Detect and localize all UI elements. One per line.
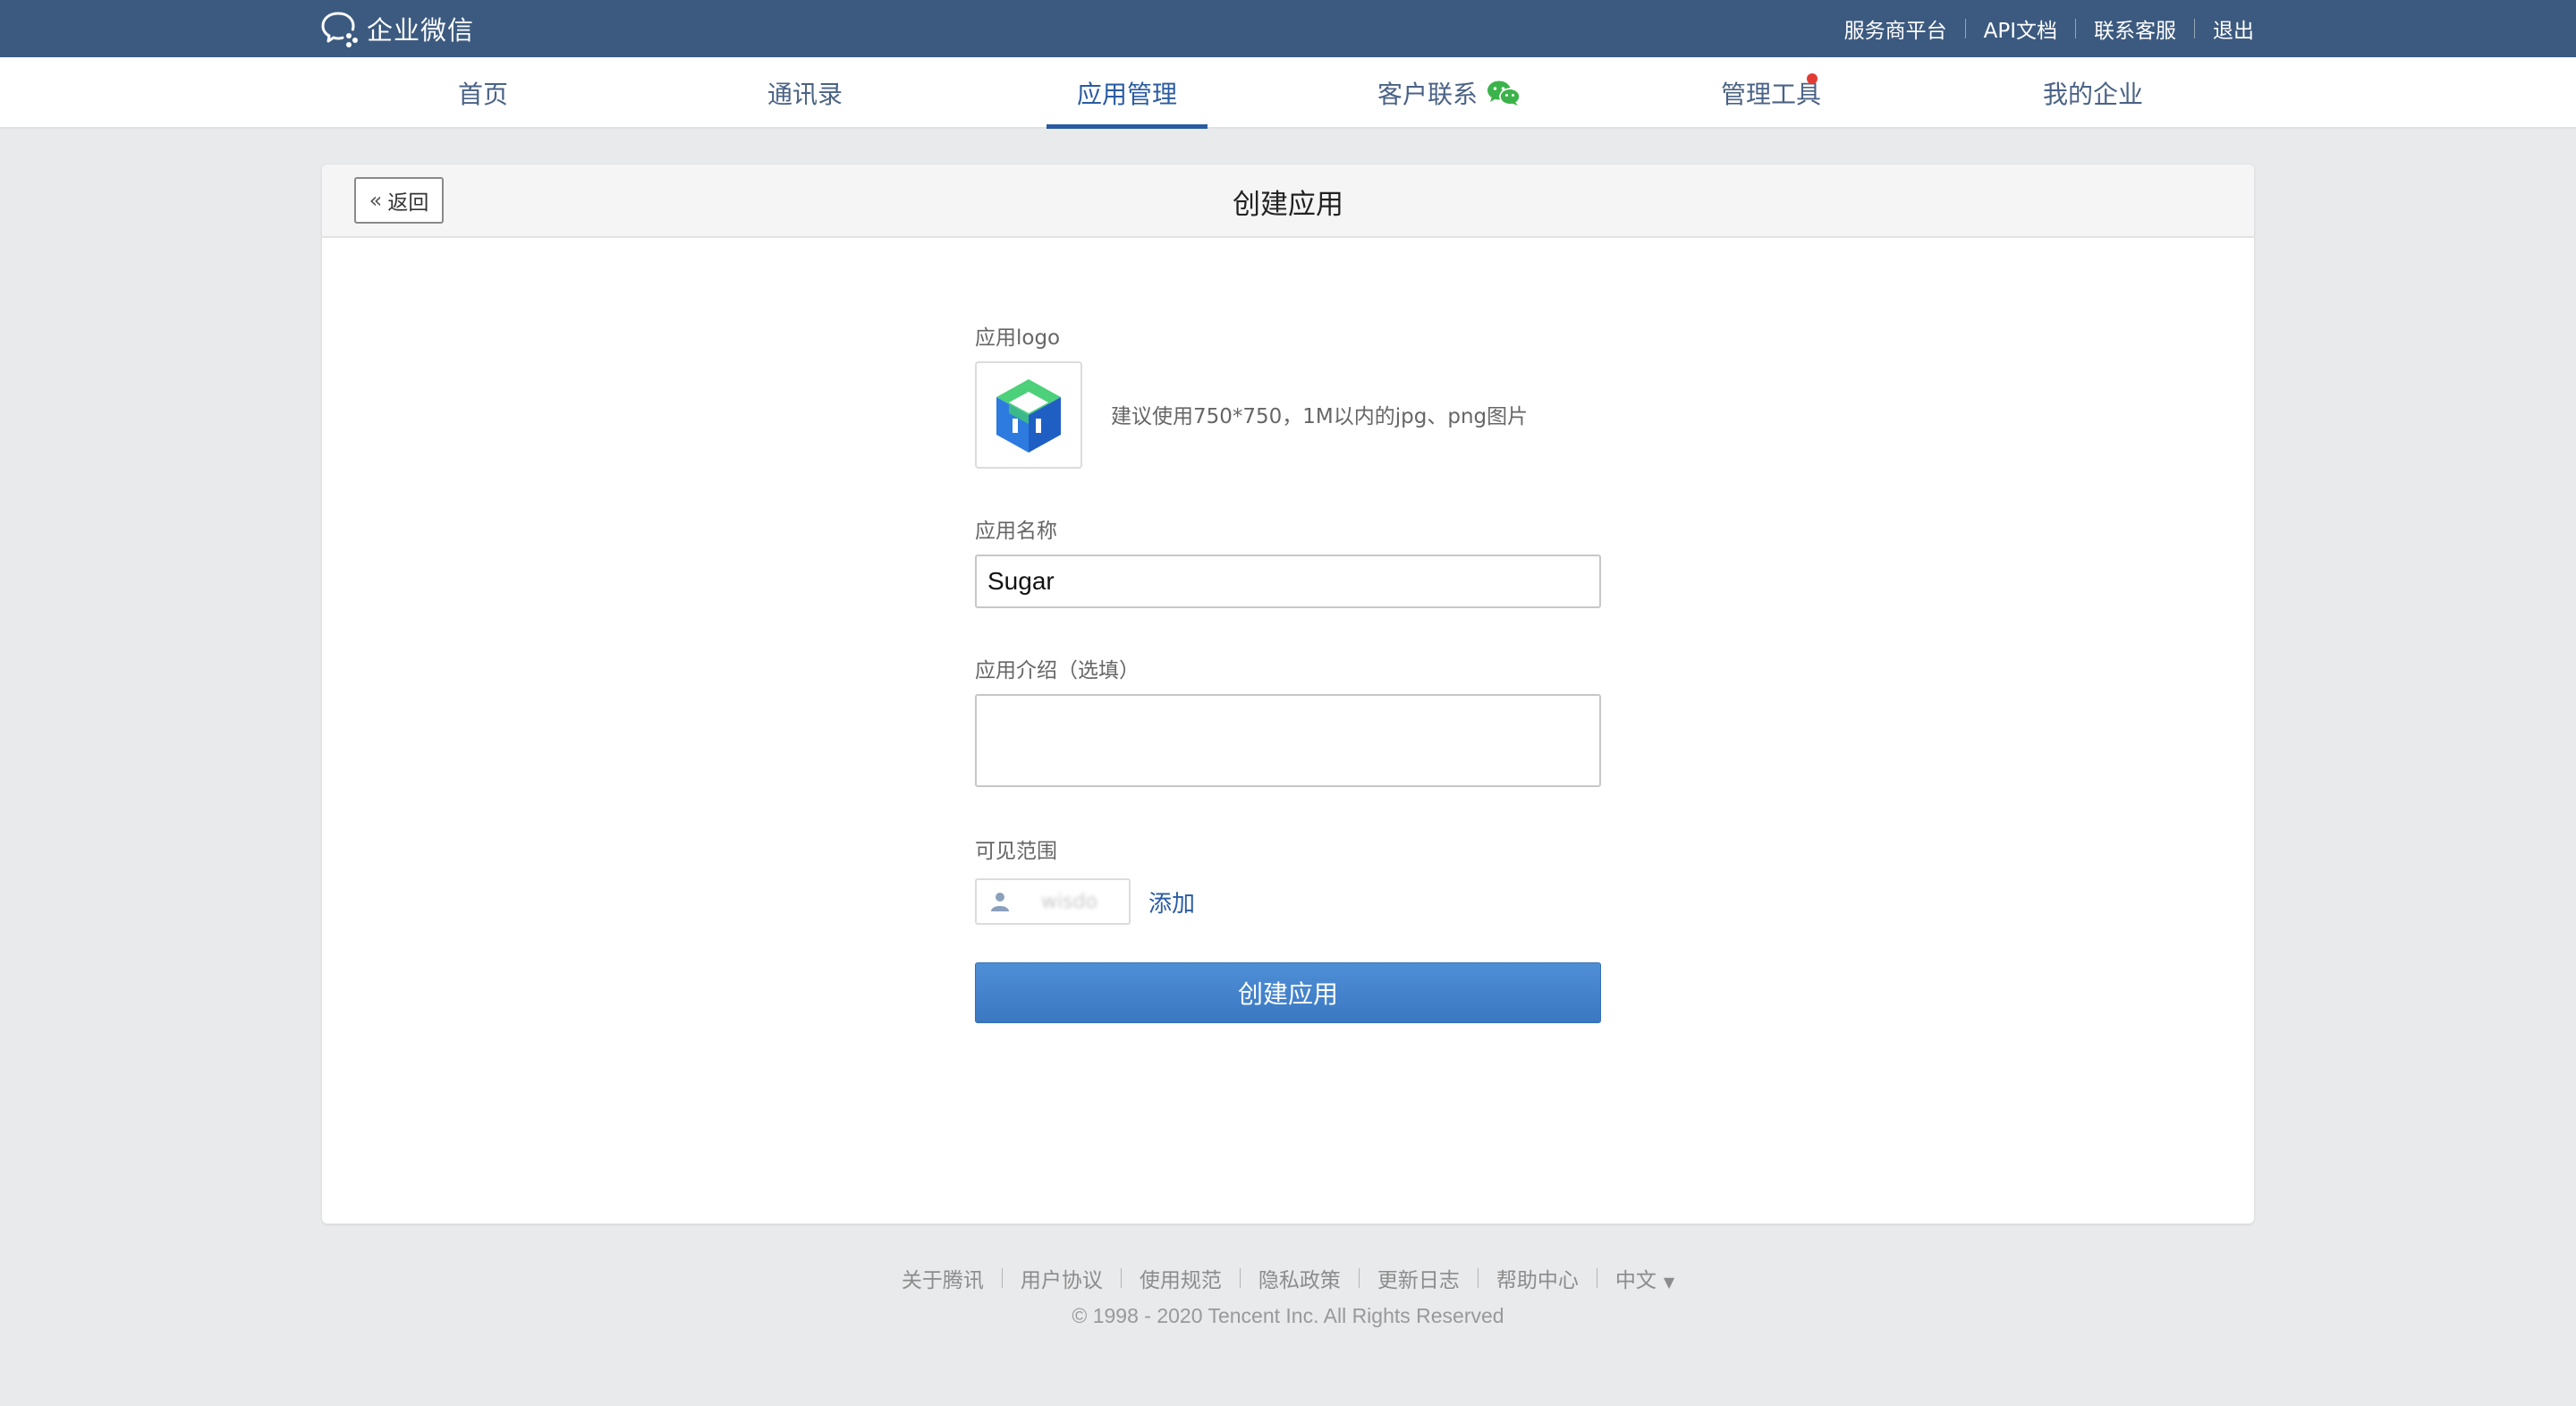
create-app-card: « 返回 创建应用 应用logo 建议使用750*750，1M以内的jpg、pn… (322, 165, 2254, 1224)
app-logo-icon (996, 379, 1061, 453)
api-docs-link[interactable]: API文档 (1984, 13, 2057, 44)
app-name-label: 应用名称 (975, 520, 1057, 543)
copyright-text: © 1998 - 2020 Tencent Inc. All Rights Re… (1072, 1304, 1504, 1327)
footer-link-about[interactable]: 关于腾讯 (902, 1263, 984, 1293)
nav-tab-label: 我的企业 (2042, 80, 2143, 109)
divider (2075, 19, 2076, 38)
footer-link-help[interactable]: 帮助中心 (1496, 1263, 1579, 1293)
logout-link[interactable]: 退出 (2213, 13, 2254, 44)
active-tab-indicator (1046, 124, 1208, 129)
divider (1120, 1268, 1122, 1288)
add-scope-link[interactable]: 添加 (1148, 885, 1195, 919)
divider (1477, 1268, 1479, 1288)
footer-link-user-agreement[interactable]: 用户协议 (1021, 1263, 1103, 1293)
nav-tab-label: 通讯录 (767, 80, 843, 109)
logo-hint: 建议使用750*750，1M以内的jpg、png图片 (1111, 405, 1529, 428)
top-links: 服务商平台 API文档 联系客服 退出 (1844, 0, 2254, 57)
nav-tab-label: 管理工具 (1720, 80, 1821, 109)
caret-down-icon: ▼ (1663, 1274, 1675, 1291)
create-app-button[interactable]: 创建应用 (975, 962, 1601, 1023)
main-nav: 首页 通讯录 应用管理 客户联系 管理工具 我的企业 (0, 57, 2576, 129)
app-name-input[interactable] (975, 555, 1601, 608)
member-name: wisdo (1041, 890, 1097, 913)
visibility-scope-label: 可见范围 (975, 840, 1057, 863)
divider (1964, 19, 1966, 38)
footer-link-privacy[interactable]: 隐私政策 (1258, 1263, 1341, 1293)
wechat-icon (1487, 80, 1521, 106)
nav-tab-label: 应用管理 (1076, 80, 1177, 109)
nav-tab-customer-contact[interactable]: 客户联系 (1351, 57, 1547, 129)
app-intro-label: 应用介绍（选填） (975, 659, 1140, 682)
language-selector[interactable]: 中文 ▼ (1615, 1263, 1674, 1293)
language-label: 中文 (1614, 1269, 1657, 1292)
footer-links: 关于腾讯 用户协议 使用规范 隐私政策 更新日志 帮助中心 中文 ▼ (0, 1263, 2576, 1293)
app-intro-textarea[interactable] (975, 694, 1601, 787)
top-bar: 企业微信 服务商平台 API文档 联系客服 退出 (0, 0, 2576, 57)
contact-support-link[interactable]: 联系客服 (2094, 13, 2176, 44)
nav-tab-label: 客户联系 (1377, 80, 1478, 109)
nav-tab-my-enterprise[interactable]: 我的企业 (2012, 57, 2174, 129)
scope-member-chip[interactable]: wisdo (975, 878, 1131, 925)
divider (1358, 1268, 1360, 1288)
footer-link-changelog[interactable]: 更新日志 (1377, 1263, 1460, 1293)
page-title: 创建应用 (1233, 188, 1343, 221)
logo-upload[interactable] (975, 361, 1082, 469)
divider (1001, 1268, 1003, 1288)
brand-name: 企业微信 (367, 15, 475, 46)
nav-tab-admin-tools[interactable]: 管理工具 (1690, 57, 1852, 129)
divider (2194, 19, 2195, 38)
notification-badge (1807, 73, 1818, 84)
brand-logo[interactable]: 企业微信 (320, 9, 474, 48)
service-platform-link[interactable]: 服务商平台 (1844, 13, 1947, 44)
wecom-logo-icon (321, 12, 358, 47)
nav-tab-home[interactable]: 首页 (402, 57, 564, 129)
user-icon (991, 893, 1009, 911)
nav-tab-app-management[interactable]: 应用管理 (1046, 57, 1208, 129)
divider (1239, 1268, 1241, 1288)
footer-link-usage-rules[interactable]: 使用规范 (1140, 1263, 1222, 1293)
nav-tab-label: 首页 (457, 80, 508, 109)
card-header: « 返回 创建应用 (322, 165, 2254, 238)
nav-tab-contacts[interactable]: 通讯录 (724, 57, 886, 129)
logo-label: 应用logo (975, 326, 1061, 350)
